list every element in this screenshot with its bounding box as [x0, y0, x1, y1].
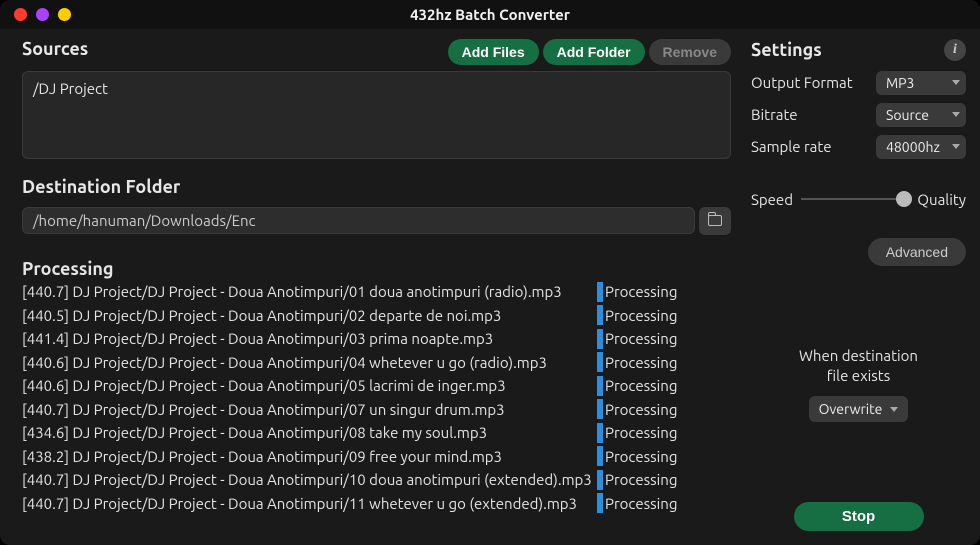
close-icon[interactable]: [14, 8, 27, 21]
progress-bar: [597, 376, 603, 396]
processing-status: Processing: [605, 354, 677, 371]
progress-bar: [597, 305, 603, 325]
sources-list[interactable]: /DJ Project: [22, 71, 731, 159]
progress-bar: [597, 282, 603, 302]
processing-row: [440.7] DJ Project/DJ Project - Doua Ano…: [22, 493, 731, 513]
advanced-button[interactable]: Advanced: [868, 238, 966, 266]
processing-path: [440.6] DJ Project/DJ Project - Doua Ano…: [22, 377, 597, 394]
minimize-icon[interactable]: [36, 8, 49, 21]
sample-rate-label: Sample rate: [751, 138, 831, 155]
titlebar: 432hz Batch Converter: [0, 0, 980, 29]
processing-row: [440.7] DJ Project/DJ Project - Doua Ano…: [22, 399, 731, 419]
dest-exists-select[interactable]: Overwrite: [809, 396, 909, 422]
processing-row: [434.6] DJ Project/DJ Project - Doua Ano…: [22, 423, 731, 443]
processing-status: Processing: [605, 401, 677, 418]
chevron-down-icon: [952, 112, 960, 117]
quality-label: Quality: [917, 191, 966, 208]
processing-path: [440.7] DJ Project/DJ Project - Doua Ano…: [22, 401, 597, 418]
destination-heading: Destination Folder: [22, 177, 731, 197]
processing-status: Processing: [605, 283, 677, 300]
processing-row: [440.6] DJ Project/DJ Project - Doua Ano…: [22, 376, 731, 396]
processing-path: [440.6] DJ Project/DJ Project - Doua Ano…: [22, 354, 597, 371]
source-item[interactable]: /DJ Project: [33, 80, 720, 97]
processing-status: Processing: [605, 471, 677, 488]
progress-bar: [597, 423, 603, 443]
processing-path: [440.7] DJ Project/DJ Project - Doua Ano…: [22, 495, 597, 512]
processing-status: Processing: [605, 330, 677, 347]
processing-path: [440.7] DJ Project/DJ Project - Doua Ano…: [22, 471, 597, 488]
destination-input[interactable]: /home/hanuman/Downloads/Enc: [22, 207, 695, 234]
chevron-down-icon: [952, 144, 960, 149]
progress-bar: [597, 399, 603, 419]
processing-row: [440.5] DJ Project/DJ Project - Doua Ano…: [22, 305, 731, 325]
processing-path: [434.6] DJ Project/DJ Project - Doua Ano…: [22, 424, 597, 441]
settings-heading: Settings: [751, 40, 822, 60]
processing-row: [438.2] DJ Project/DJ Project - Doua Ano…: [22, 446, 731, 466]
progress-bar: [597, 329, 603, 349]
progress-bar: [597, 446, 603, 466]
processing-row: [440.7] DJ Project/DJ Project - Doua Ano…: [22, 470, 731, 490]
processing-path: [440.5] DJ Project/DJ Project - Doua Ano…: [22, 307, 597, 324]
processing-path: [441.4] DJ Project/DJ Project - Doua Ano…: [22, 330, 597, 347]
window-title: 432hz Batch Converter: [0, 6, 980, 23]
sources-heading: Sources: [22, 39, 88, 59]
stop-button[interactable]: Stop: [794, 502, 924, 531]
processing-path: [438.2] DJ Project/DJ Project - Doua Ano…: [22, 448, 597, 465]
progress-bar: [597, 470, 603, 490]
slider-thumb[interactable]: [896, 191, 912, 207]
processing-row: [440.6] DJ Project/DJ Project - Doua Ano…: [22, 352, 731, 372]
processing-status: Processing: [605, 377, 677, 394]
processing-status: Processing: [605, 424, 677, 441]
progress-bar: [597, 352, 603, 372]
add-files-button[interactable]: Add Files: [448, 39, 539, 65]
add-folder-button[interactable]: Add Folder: [543, 39, 645, 65]
folder-icon: [708, 215, 722, 226]
speed-quality-slider[interactable]: [801, 198, 909, 200]
remove-button: Remove: [649, 39, 731, 65]
output-format-select[interactable]: MP3: [876, 71, 966, 95]
browse-button[interactable]: [699, 207, 731, 235]
processing-status: Processing: [605, 448, 677, 465]
maximize-icon[interactable]: [58, 8, 71, 21]
processing-heading: Processing: [22, 259, 731, 279]
bitrate-select[interactable]: Source: [876, 103, 966, 127]
bitrate-label: Bitrate: [751, 106, 798, 123]
processing-row: [441.4] DJ Project/DJ Project - Doua Ano…: [22, 329, 731, 349]
progress-bar: [597, 493, 603, 513]
chevron-down-icon: [952, 80, 960, 85]
dest-exists-label: When destinationfile exists: [751, 346, 966, 387]
chevron-down-icon: [890, 407, 898, 412]
processing-path: [440.7] DJ Project/DJ Project - Doua Ano…: [22, 283, 597, 300]
sample-rate-select[interactable]: 48000hz: [876, 135, 966, 159]
info-icon[interactable]: i: [944, 39, 966, 61]
processing-status: Processing: [605, 307, 677, 324]
output-format-label: Output Format: [751, 74, 853, 91]
processing-status: Processing: [605, 495, 677, 512]
speed-label: Speed: [751, 191, 793, 208]
processing-row: [440.7] DJ Project/DJ Project - Doua Ano…: [22, 282, 731, 302]
